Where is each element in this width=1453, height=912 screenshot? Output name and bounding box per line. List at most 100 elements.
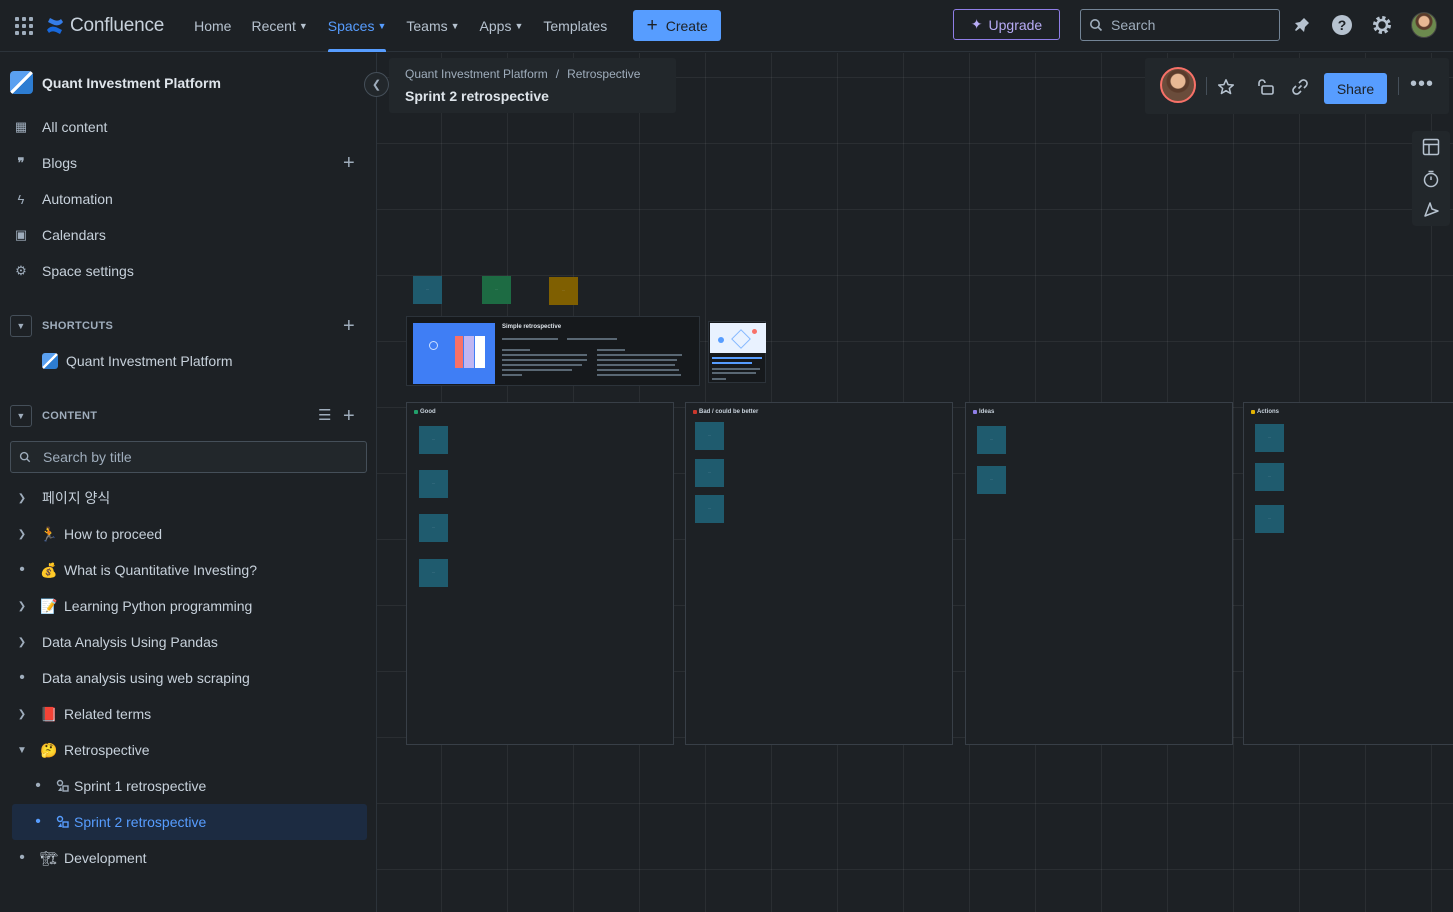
column-title-text: Good [420,409,436,415]
lightning-icon: ϟ [17,191,25,207]
sticky-note[interactable]: ··· [695,422,724,450]
column-color-dot [1251,410,1255,414]
sticky-note[interactable]: ··· [1255,505,1284,533]
space-avatar [10,71,33,94]
retro-column-ideas[interactable]: Ideas ··· ··· [965,402,1233,745]
nav-recent[interactable]: Recent ▼ [251,0,307,52]
space-header[interactable]: Quant Investment Platform [10,71,221,94]
chevron-down-icon[interactable]: ▼ [10,315,32,337]
page-actions-bar: Share ••• [1145,58,1449,114]
nav-teams[interactable]: Teams ▼ [406,0,459,52]
help-icon[interactable]: ? [1330,13,1354,37]
sticky-note[interactable]: ··· [977,426,1006,454]
whiteboard-tool-rail [1412,131,1450,226]
retro-column-actions[interactable]: Actions ··· ··· ··· [1243,402,1453,745]
sticky-note[interactable]: ··· [419,426,448,454]
sticky-note[interactable]: ··· [413,276,442,304]
sticky-note[interactable]: ··· [482,276,511,304]
page-title[interactable]: Sprint 2 retrospective [405,88,660,104]
app-switcher-icon[interactable] [13,15,35,37]
chevron-right-icon[interactable]: ❯ [12,529,32,540]
whiteboard-canvas[interactable]: Quant Investment Platform / Retrospectiv… [377,53,1453,912]
nav-teams-label: Teams [406,17,448,34]
nav-spaces[interactable]: Spaces ▼ [327,0,387,52]
nav-apps[interactable]: Apps ▼ [480,0,524,52]
nav-home[interactable]: Home [194,0,231,52]
settings-icon[interactable] [1370,13,1394,37]
breadcrumb-space[interactable]: Quant Investment Platform [405,67,548,81]
confluence-logo[interactable]: Confluence [45,15,164,37]
upgrade-button-label: Upgrade [988,16,1043,33]
column-title: Bad / could be better [693,409,758,415]
breadcrumb-parent[interactable]: Retrospective [567,67,640,81]
tree-item-pandas[interactable]: ❯ Data Analysis Using Pandas [12,624,367,660]
collapse-sidebar-button[interactable]: ❮ [364,72,389,97]
profile-avatar[interactable] [1411,12,1437,38]
shortcut-item-label: Quant Investment Platform [66,353,233,369]
sidebar-item-automation[interactable]: ϟ Automation [12,181,113,217]
sidebar-item-blogs[interactable]: ❞ Blogs [12,145,78,181]
tree-item-learning-python[interactable]: ❯ 📝 Learning Python programming [12,588,367,624]
nav-templates[interactable]: Templates [543,0,607,52]
more-options-icon[interactable]: ••• [1410,73,1433,95]
sticky-note[interactable]: ··· [977,466,1006,494]
star-icon[interactable] [1216,77,1236,97]
add-content-button[interactable]: + [343,406,355,426]
add-blog-button[interactable]: + [343,153,355,173]
retro-column-good[interactable]: Good ··· ··· ··· ··· [406,402,674,745]
memo-emoji-icon: 📝 [40,597,58,614]
tree-item-sprint-2-retrospective[interactable]: • Sprint 2 retrospective [12,804,367,840]
thinking-emoji-icon: 🤔 [40,741,58,758]
tree-item-quant-investing[interactable]: • 💰 What is Quantitative Investing? [12,552,367,588]
follow-cursor-icon[interactable] [1421,200,1441,220]
link-icon[interactable] [1290,77,1310,97]
chevron-right-icon[interactable]: ❯ [12,493,32,504]
chevron-down-icon[interactable]: ▼ [10,405,32,427]
sticky-note[interactable]: ··· [1255,424,1284,452]
sticky-note[interactable]: ··· [695,495,724,523]
sticky-note[interactable]: ··· [695,459,724,487]
tree-item-development[interactable]: • 🏗 Development [12,840,367,876]
search-input[interactable]: Search [1080,9,1280,41]
content-section-header[interactable]: ▼ CONTENT [10,404,97,428]
chevron-right-icon[interactable]: ❯ [12,709,32,720]
notifications-icon[interactable] [1290,13,1314,37]
chevron-right-icon[interactable]: ❯ [12,637,32,648]
restrictions-unlock-icon[interactable] [1256,77,1276,97]
tree-item-how-to-proceed[interactable]: ❯ 🏃 How to proceed [12,516,367,552]
upgrade-button[interactable]: ✦ Upgrade [953,9,1060,40]
sidebar-item-calendars[interactable]: ▣ Calendars [12,217,106,253]
sticky-note[interactable]: ··· [419,559,448,587]
sticky-note[interactable]: ··· [1255,463,1284,491]
tree-item-web-scraping[interactable]: • Data analysis using web scraping [12,660,367,696]
tree-item-page-templates[interactable]: ❯ 페이지 양식 [12,480,367,516]
create-button[interactable]: + Create [633,10,722,41]
tree-item-sprint-1-retrospective[interactable]: • Sprint 1 retrospective [12,768,367,804]
sidebar-item-space-settings[interactable]: ⚙ Space settings [12,253,134,289]
share-button[interactable]: Share [1324,73,1387,104]
tree-item-retrospective[interactable]: ▼ 🤔 Retrospective [12,732,367,768]
retrospective-template-card[interactable]: Simple retrospective [406,316,700,386]
content-search-input[interactable]: Search by title [10,441,367,473]
chevron-right-icon[interactable]: ❯ [12,601,32,612]
collaborator-avatar[interactable] [1160,67,1196,103]
resource-link-card[interactable] [708,321,766,383]
template-panel-icon[interactable] [1421,137,1441,157]
add-shortcut-button[interactable]: + [343,316,355,336]
timer-icon[interactable] [1421,169,1441,189]
share-button-label: Share [1336,80,1375,97]
sticky-note[interactable]: ··· [549,277,578,305]
column-color-dot [414,410,418,414]
column-title-text: Bad / could be better [699,409,759,415]
chevron-down-icon[interactable]: ▼ [12,745,32,756]
shortcuts-section-header[interactable]: ▼ SHORTCUTS [10,314,113,338]
retro-column-bad[interactable]: Bad / could be better ··· ··· ··· [685,402,953,745]
filter-icon[interactable]: ☰ [318,406,331,424]
template-text-line [502,349,530,351]
sidebar-item-all-content[interactable]: ▦ All content [12,109,108,145]
tree-item-related-terms[interactable]: ❯ 📕 Related terms [12,696,367,732]
sticky-note[interactable]: ··· [419,470,448,498]
chevron-down-icon: ▼ [377,20,387,31]
shortcut-item[interactable]: Quant Investment Platform [42,343,233,379]
sticky-note[interactable]: ··· [419,514,448,542]
